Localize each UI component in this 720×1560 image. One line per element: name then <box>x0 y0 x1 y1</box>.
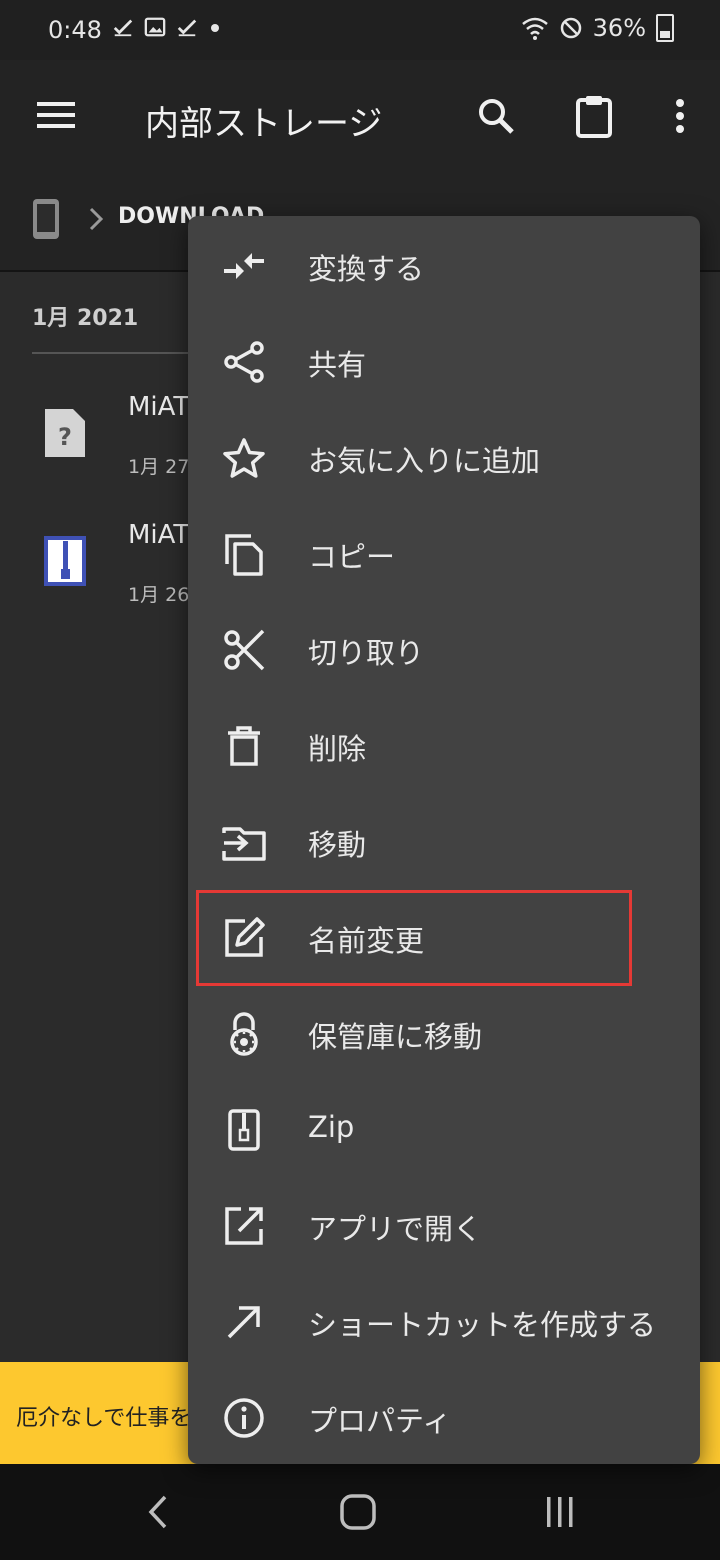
info-icon <box>220 1394 268 1442</box>
app-bar: 内部ストレージ <box>0 60 720 170</box>
chevron-right-icon <box>86 204 106 234</box>
search-icon[interactable] <box>474 94 518 138</box>
do-not-disturb-icon <box>560 17 581 39</box>
status-bar: 0:48 36% <box>0 0 720 60</box>
clipboard-icon[interactable] <box>572 92 616 140</box>
menu-item-label: 削除 <box>308 732 367 766</box>
wifi-icon <box>521 17 548 40</box>
share-icon <box>220 338 268 386</box>
banner-text: 厄介なしで仕事を <box>16 1406 192 1431</box>
section-divider <box>32 352 202 354</box>
file-name: MiAT <box>128 520 190 550</box>
menu-item-move[interactable]: 移動 <box>188 794 700 890</box>
file-name: MiAT <box>128 392 190 422</box>
zip-icon <box>220 1106 268 1154</box>
menu-item-cut[interactable]: 切り取り <box>188 602 700 698</box>
section-header: 1月 2021 <box>32 306 139 331</box>
unknown-file-icon: ? <box>42 406 88 460</box>
menu-item-share[interactable]: 共有 <box>188 314 700 410</box>
status-time: 0:48 <box>48 16 102 44</box>
zip-file-icon <box>42 534 88 588</box>
check-notification-icon <box>113 19 133 37</box>
recent-apps-icon[interactable] <box>538 1492 582 1532</box>
scissors-icon <box>220 626 268 674</box>
rename-highlight-box <box>196 890 632 986</box>
shortcut-icon <box>220 1298 268 1346</box>
battery-icon <box>656 14 674 42</box>
menu-item-label: 切り取り <box>308 636 425 670</box>
menu-item-label: 保管庫に移動 <box>308 1020 483 1054</box>
menu-item-zip[interactable]: Zip <box>188 1082 700 1178</box>
phone-storage-icon[interactable] <box>30 196 62 242</box>
menu-item-copy[interactable]: コピー <box>188 506 700 602</box>
menu-item-label: Zip <box>308 1110 355 1144</box>
menu-item-label: アプリで開く <box>308 1212 483 1246</box>
menu-item-label: 変換する <box>308 252 425 286</box>
move-icon <box>220 818 268 866</box>
context-menu: 変換する 共有 お気に入りに追加 コピー 切り取り 削除 移動 名前変更 保管庫… <box>188 216 700 1464</box>
menu-item-label: プロパティ <box>308 1404 452 1438</box>
menu-item-vault[interactable]: 保管庫に移動 <box>188 986 700 1082</box>
back-icon[interactable] <box>140 1492 176 1532</box>
system-navigation-bar <box>0 1464 720 1560</box>
notification-icons <box>112 16 222 38</box>
file-date: 1月 27 <box>128 456 190 478</box>
menu-item-label: コピー <box>308 540 396 574</box>
lock-icon <box>220 1010 268 1058</box>
copy-icon <box>220 530 268 578</box>
battery-percent: 36% <box>592 14 646 42</box>
file-date: 1月 26 <box>128 584 190 606</box>
hamburger-menu-icon[interactable] <box>36 98 76 132</box>
menu-item-favorite[interactable]: お気に入りに追加 <box>188 410 700 506</box>
menu-item-open-with[interactable]: アプリで開く <box>188 1178 700 1274</box>
trash-icon <box>220 722 268 770</box>
menu-item-delete[interactable]: 削除 <box>188 698 700 794</box>
home-icon[interactable] <box>336 1492 380 1532</box>
menu-item-label: 共有 <box>308 348 367 382</box>
menu-item-label: お気に入りに追加 <box>308 444 541 478</box>
star-icon <box>220 434 268 482</box>
menu-item-convert[interactable]: 変換する <box>188 218 700 314</box>
svg-text:?: ? <box>58 423 72 451</box>
dot-icon <box>211 24 219 32</box>
menu-item-properties[interactable]: プロパティ <box>188 1370 700 1466</box>
image-notification-icon <box>144 17 166 37</box>
open-external-icon <box>220 1202 268 1250</box>
convert-icon <box>220 242 268 290</box>
page-title: 内部ストレージ <box>145 104 383 144</box>
more-options-icon[interactable] <box>666 94 694 138</box>
menu-item-label: ショートカットを作成する <box>308 1308 657 1342</box>
check-notification-icon <box>177 19 197 37</box>
menu-item-label: 移動 <box>308 828 367 862</box>
menu-item-shortcut[interactable]: ショートカットを作成する <box>188 1274 700 1370</box>
